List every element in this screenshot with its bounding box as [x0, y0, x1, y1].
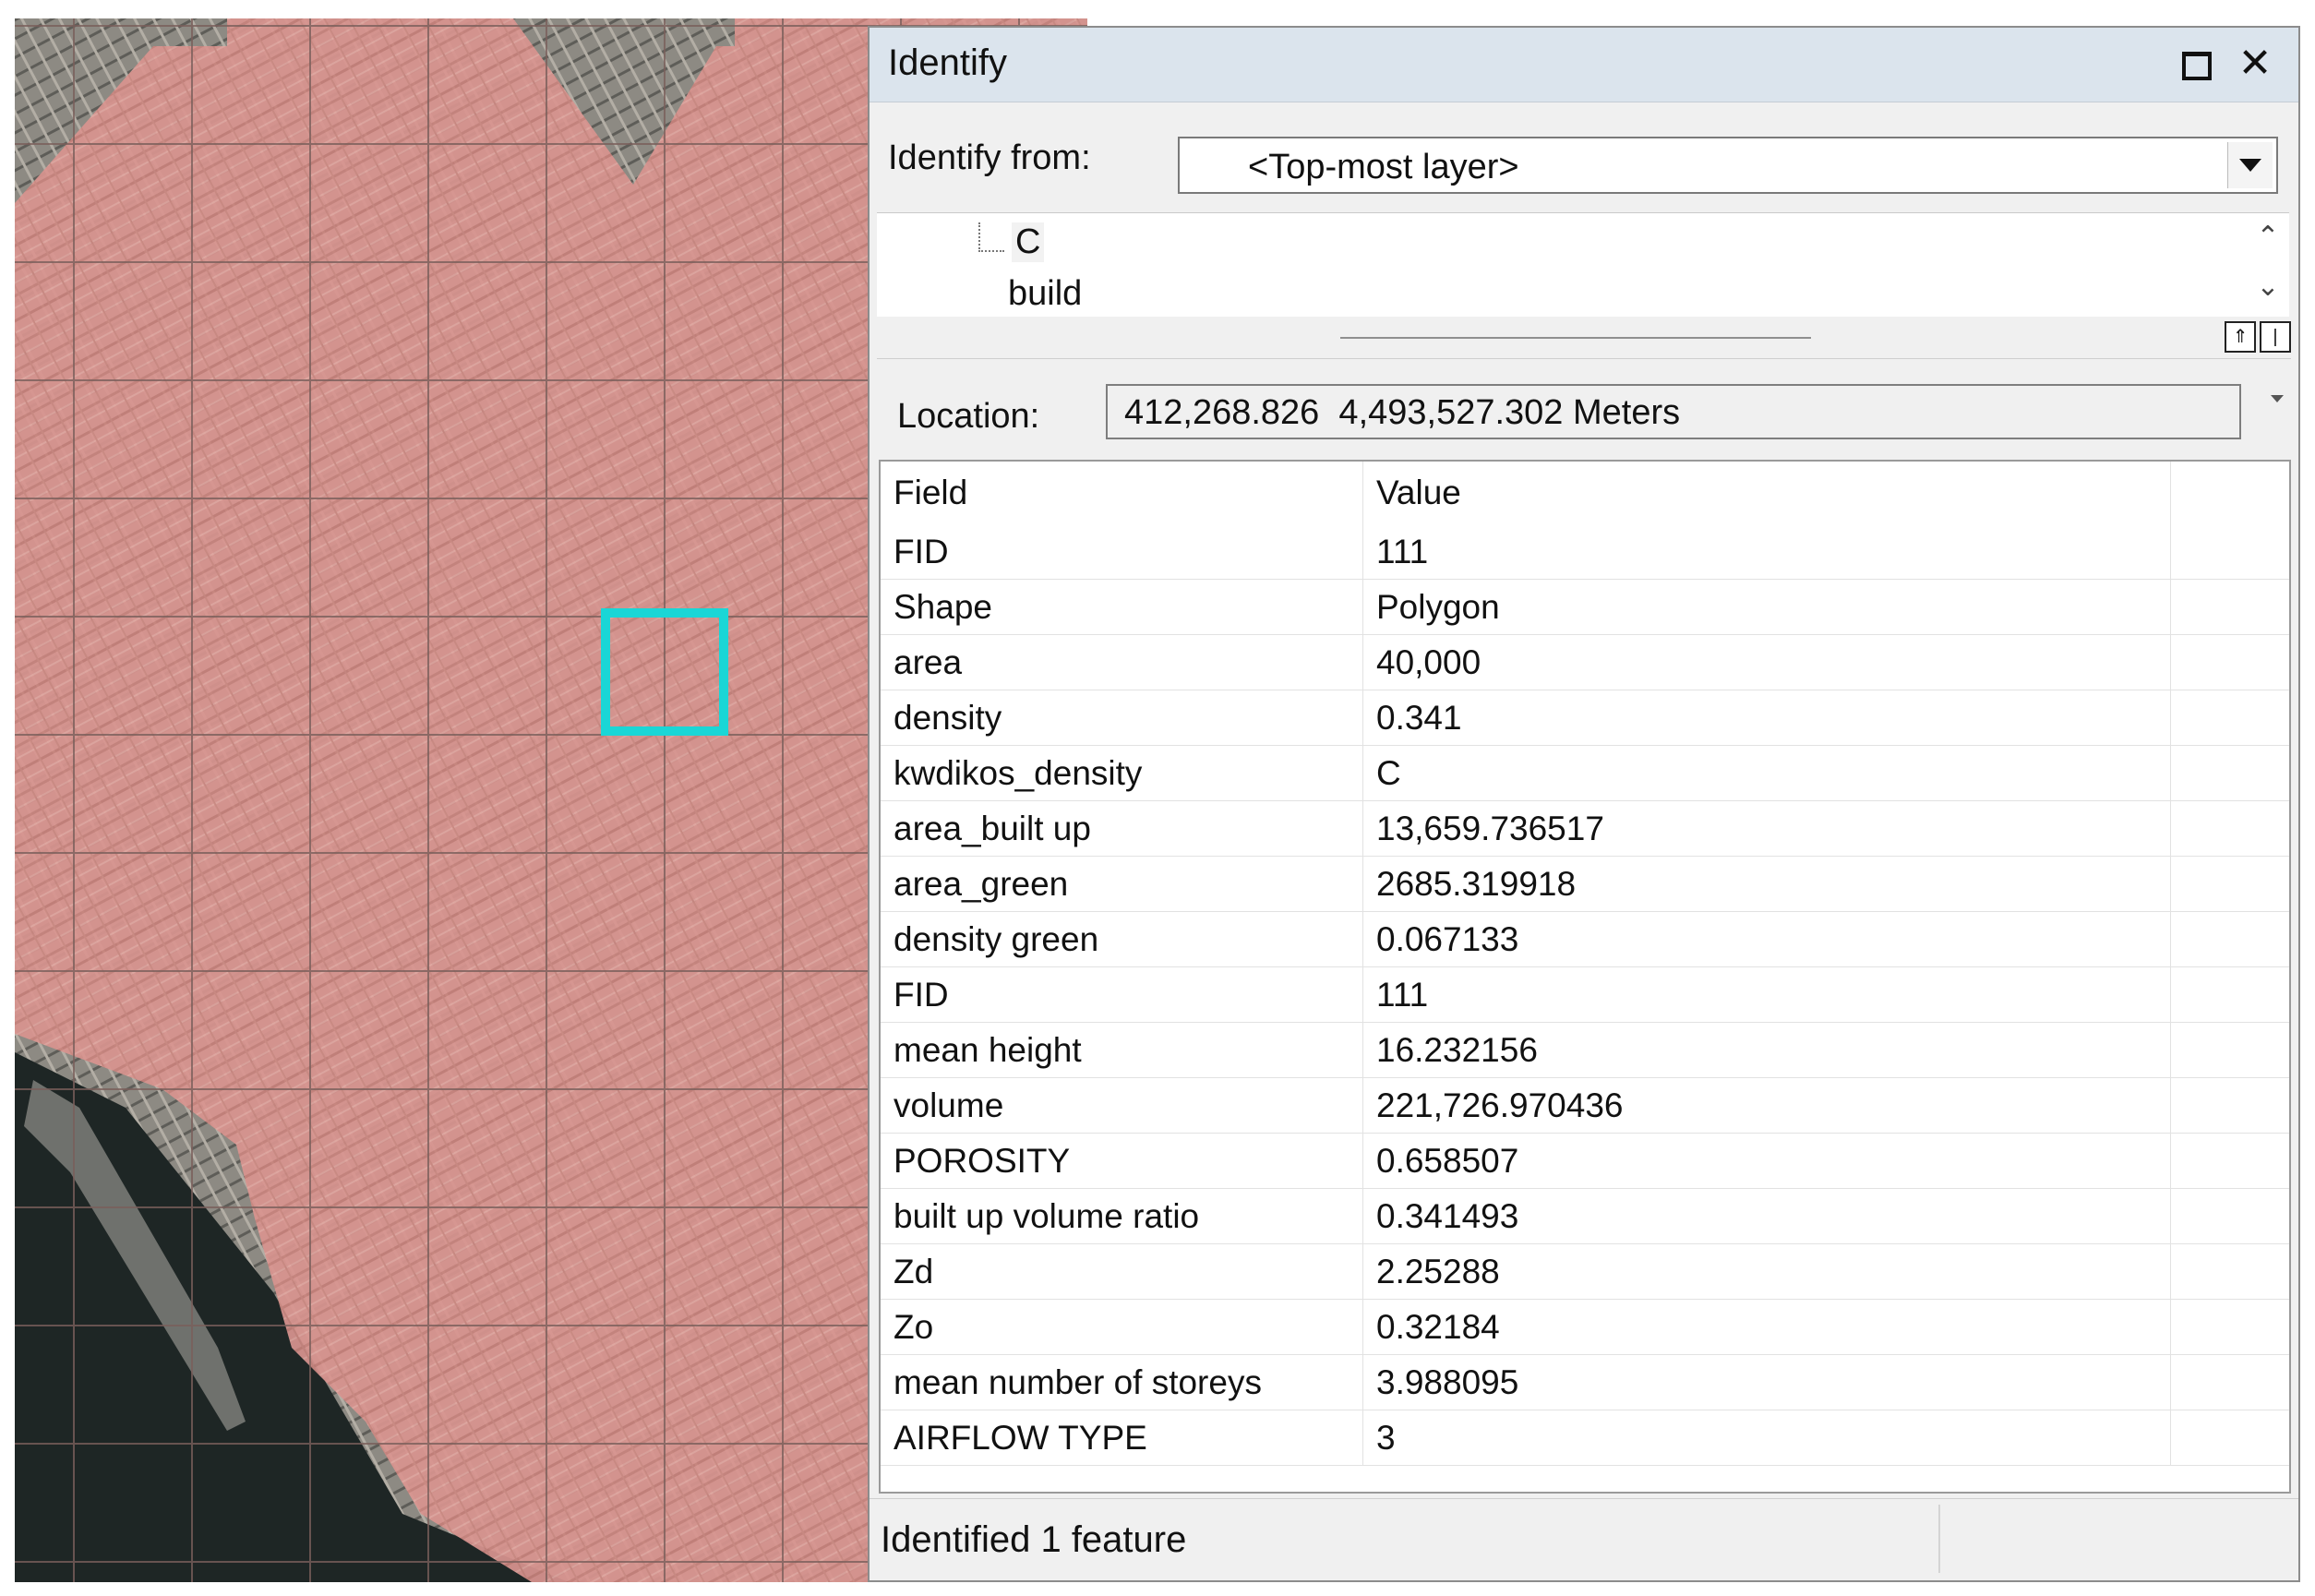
empty-cell — [2170, 856, 2289, 912]
status-bar: Identified 1 feature — [870, 1498, 2298, 1580]
table-row[interactable]: Zo 0.32184 — [881, 1299, 2289, 1355]
empty-cell — [2170, 1133, 2289, 1189]
field-cell: density — [881, 690, 1363, 746]
table-row[interactable]: density green 0.067133 — [881, 911, 2289, 967]
table-row[interactable]: FID 111 — [881, 524, 2289, 580]
value-cell[interactable]: 40,000 — [1362, 634, 2171, 690]
table-row[interactable]: mean height 16.232156 — [881, 1022, 2289, 1078]
scroll-down-icon[interactable]: ⌄ — [2252, 270, 2284, 304]
empty-cell — [2170, 1077, 2289, 1134]
table-row[interactable]: kwdikos_density C — [881, 745, 2289, 801]
field-cell: Zo — [881, 1299, 1363, 1355]
empty-cell — [2170, 690, 2289, 746]
value-cell[interactable]: 0.32184 — [1362, 1299, 2171, 1355]
value-cell[interactable]: 2.25288 — [1362, 1243, 2171, 1300]
empty-cell — [2170, 911, 2289, 967]
field-cell: Zd — [881, 1243, 1363, 1300]
empty-cell — [2170, 1243, 2289, 1300]
field-cell: AIRFLOW TYPE — [881, 1410, 1363, 1466]
table-row[interactable]: area 40,000 — [881, 634, 2289, 690]
value-cell[interactable]: 0.067133 — [1362, 911, 2171, 967]
tree-connector — [978, 222, 1004, 252]
panel-splitter[interactable] — [1340, 337, 1811, 339]
value-cell[interactable]: 13,659.736517 — [1362, 800, 2171, 857]
field-cell: mean number of storeys — [881, 1354, 1363, 1410]
table-row[interactable]: built up volume ratio 0.341493 — [881, 1188, 2289, 1244]
field-cell: built up volume ratio — [881, 1188, 1363, 1244]
column-header-field[interactable]: Field — [881, 462, 1363, 524]
field-cell: mean height — [881, 1022, 1363, 1078]
results-tree[interactable]: C build ⌃ ⌄ — [877, 212, 2289, 317]
tree-item-c[interactable]: C — [1012, 222, 1045, 262]
identify-window[interactable]: Identify ✕ Identify from: <Top-most laye… — [868, 26, 2300, 1582]
empty-cell — [2170, 745, 2289, 801]
table-row[interactable]: mean number of storeys 3.988095 — [881, 1354, 2289, 1410]
field-cell: area — [881, 634, 1363, 690]
table-header-row: Field Value — [881, 462, 2290, 524]
close-icon[interactable]: ✕ — [2232, 41, 2278, 87]
value-cell[interactable]: 221,726.970436 — [1362, 1077, 2171, 1134]
field-cell: area_green — [881, 856, 1363, 912]
value-cell[interactable]: 111 — [1362, 966, 2171, 1023]
scroll-up-icon[interactable]: ⌃ — [2252, 221, 2284, 254]
value-cell[interactable]: C — [1362, 745, 2171, 801]
title-bar[interactable]: Identify ✕ — [870, 28, 2298, 102]
empty-cell — [2170, 1354, 2289, 1410]
status-separator — [1938, 1505, 1940, 1573]
table-row[interactable]: Zd 2.25288 — [881, 1243, 2289, 1300]
field-cell: POROSITY — [881, 1133, 1363, 1189]
table-row[interactable]: area_built up 13,659.736517 — [881, 800, 2289, 857]
location-field[interactable]: 412,268.826 4,493,527.302 Meters — [1106, 384, 2241, 439]
field-cell: density green — [881, 911, 1363, 967]
window-title: Identify — [888, 42, 1007, 83]
value-cell[interactable]: 111 — [1362, 524, 2171, 580]
empty-cell — [2170, 966, 2289, 1023]
identify-from-value: <Top-most layer> — [1248, 148, 1519, 186]
field-cell: area_built up — [881, 800, 1363, 857]
table-row[interactable]: density 0.341 — [881, 690, 2289, 746]
value-cell[interactable]: 0.341493 — [1362, 1188, 2171, 1244]
value-cell[interactable]: 0.341 — [1362, 690, 2171, 746]
table-row[interactable]: AIRFLOW TYPE 3 — [881, 1410, 2289, 1466]
value-cell[interactable]: 3 — [1362, 1410, 2171, 1466]
value-cell[interactable]: 0.658507 — [1362, 1133, 2171, 1189]
empty-cell — [2170, 1022, 2289, 1078]
location-menu-icon[interactable] — [2269, 390, 2287, 408]
status-text: Identified 1 feature — [881, 1519, 1187, 1560]
empty-cell — [2170, 1299, 2289, 1355]
field-cell: FID — [881, 966, 1363, 1023]
empty-cell — [2170, 800, 2289, 857]
panel-mini-buttons: ⇑ | — [2225, 321, 2291, 353]
value-cell[interactable]: 16.232156 — [1362, 1022, 2171, 1078]
identify-from-dropdown[interactable]: <Top-most layer> — [1178, 137, 2278, 194]
table-row[interactable]: POROSITY 0.658507 — [881, 1133, 2289, 1189]
table-row[interactable]: Shape Polygon — [881, 579, 2289, 635]
tree-item-build[interactable]: build — [1008, 274, 1082, 314]
empty-cell — [2170, 1188, 2289, 1244]
value-cell[interactable]: Polygon — [1362, 579, 2171, 635]
collapse-up-button[interactable]: ⇑ — [2225, 321, 2256, 353]
location-label: Location: — [897, 397, 1040, 436]
identify-from-label: Identify from: — [888, 138, 1091, 177]
field-cell: kwdikos_density — [881, 745, 1363, 801]
empty-cell — [2170, 524, 2289, 580]
maximize-icon[interactable] — [2171, 41, 2217, 87]
split-view-button[interactable]: | — [2260, 321, 2291, 353]
chevron-down-icon[interactable] — [2227, 142, 2273, 188]
value-cell[interactable]: 2685.319918 — [1362, 856, 2171, 912]
empty-cell — [2170, 1410, 2289, 1466]
table-row[interactable]: FID 111 — [881, 966, 2289, 1023]
location-value: 412,268.826 4,493,527.302 Meters — [1124, 393, 1681, 432]
table-row[interactable]: area_green 2685.319918 — [881, 856, 2289, 912]
empty-cell — [2170, 579, 2289, 635]
field-cell: volume — [881, 1077, 1363, 1134]
attribute-table[interactable]: Field Value FID 111 Shape Polygon area 40,000… — [879, 460, 2291, 1494]
empty-cell — [2170, 634, 2289, 690]
table-row[interactable]: volume 221,726.970436 — [881, 1077, 2289, 1134]
field-cell: FID — [881, 524, 1363, 580]
column-header-value[interactable]: Value — [1362, 462, 2171, 524]
column-header-empty — [2171, 462, 2290, 524]
value-cell[interactable]: 3.988095 — [1362, 1354, 2171, 1410]
field-cell: Shape — [881, 579, 1363, 635]
